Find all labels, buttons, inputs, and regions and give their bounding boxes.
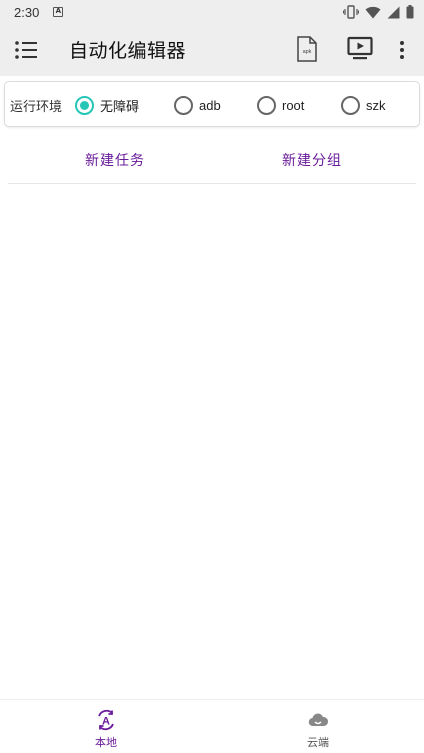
- radio-label: adb: [199, 97, 221, 113]
- radio-adb[interactable]: adb: [174, 92, 221, 118]
- radio-szk[interactable]: szk: [341, 92, 386, 118]
- nav-label-cloud: 云端: [307, 736, 329, 749]
- radio-label: 无障碍: [100, 99, 140, 115]
- radio-accessibility[interactable]: 无障碍: [75, 92, 139, 118]
- radio-checked-icon: [75, 95, 94, 115]
- status-icons: [343, 5, 414, 19]
- new-group-button[interactable]: 新建分组: [282, 150, 342, 170]
- radio-unchecked-icon: [341, 95, 360, 115]
- run-env-card: 运行环境 无障碍 adb root szk: [4, 81, 420, 127]
- status-time: 2:30: [14, 4, 40, 20]
- status-bar: 2:30 A: [0, 0, 424, 24]
- apk-file-icon[interactable]: apk: [296, 36, 318, 62]
- wifi-icon: [365, 6, 381, 18]
- svg-text:apk: apk: [303, 49, 312, 55]
- radio-root[interactable]: root: [257, 92, 304, 118]
- nav-item-cloud[interactable]: 云端: [212, 700, 424, 753]
- menu-list-icon[interactable]: [14, 38, 38, 62]
- radio-label: root: [282, 97, 305, 113]
- local-a-icon: A: [98, 709, 114, 731]
- vibrate-icon: [343, 5, 359, 19]
- new-task-button[interactable]: 新建任务: [85, 150, 145, 170]
- cloud-icon: [308, 713, 329, 727]
- radio-label: szk: [366, 97, 386, 113]
- bottom-nav: A 本地 云端: [0, 699, 424, 753]
- more-vert-icon[interactable]: [394, 38, 410, 62]
- signal-icon: [387, 6, 400, 18]
- app-bar: 自动化编辑器 apk: [0, 24, 424, 76]
- cast-play-icon[interactable]: [347, 36, 373, 62]
- battery-icon: [406, 5, 414, 19]
- radio-unchecked-icon: [174, 95, 193, 115]
- notification-a-icon: A: [53, 7, 64, 17]
- radio-unchecked-icon: [257, 95, 276, 115]
- run-env-label: 运行环境: [10, 100, 63, 115]
- nav-label-local: 本地: [95, 736, 117, 749]
- nav-item-local[interactable]: A 本地: [0, 700, 212, 753]
- svg-text:A: A: [102, 716, 110, 728]
- action-row: 新建任务 新建分组: [8, 140, 416, 184]
- page-title: 自动化编辑器: [69, 40, 187, 62]
